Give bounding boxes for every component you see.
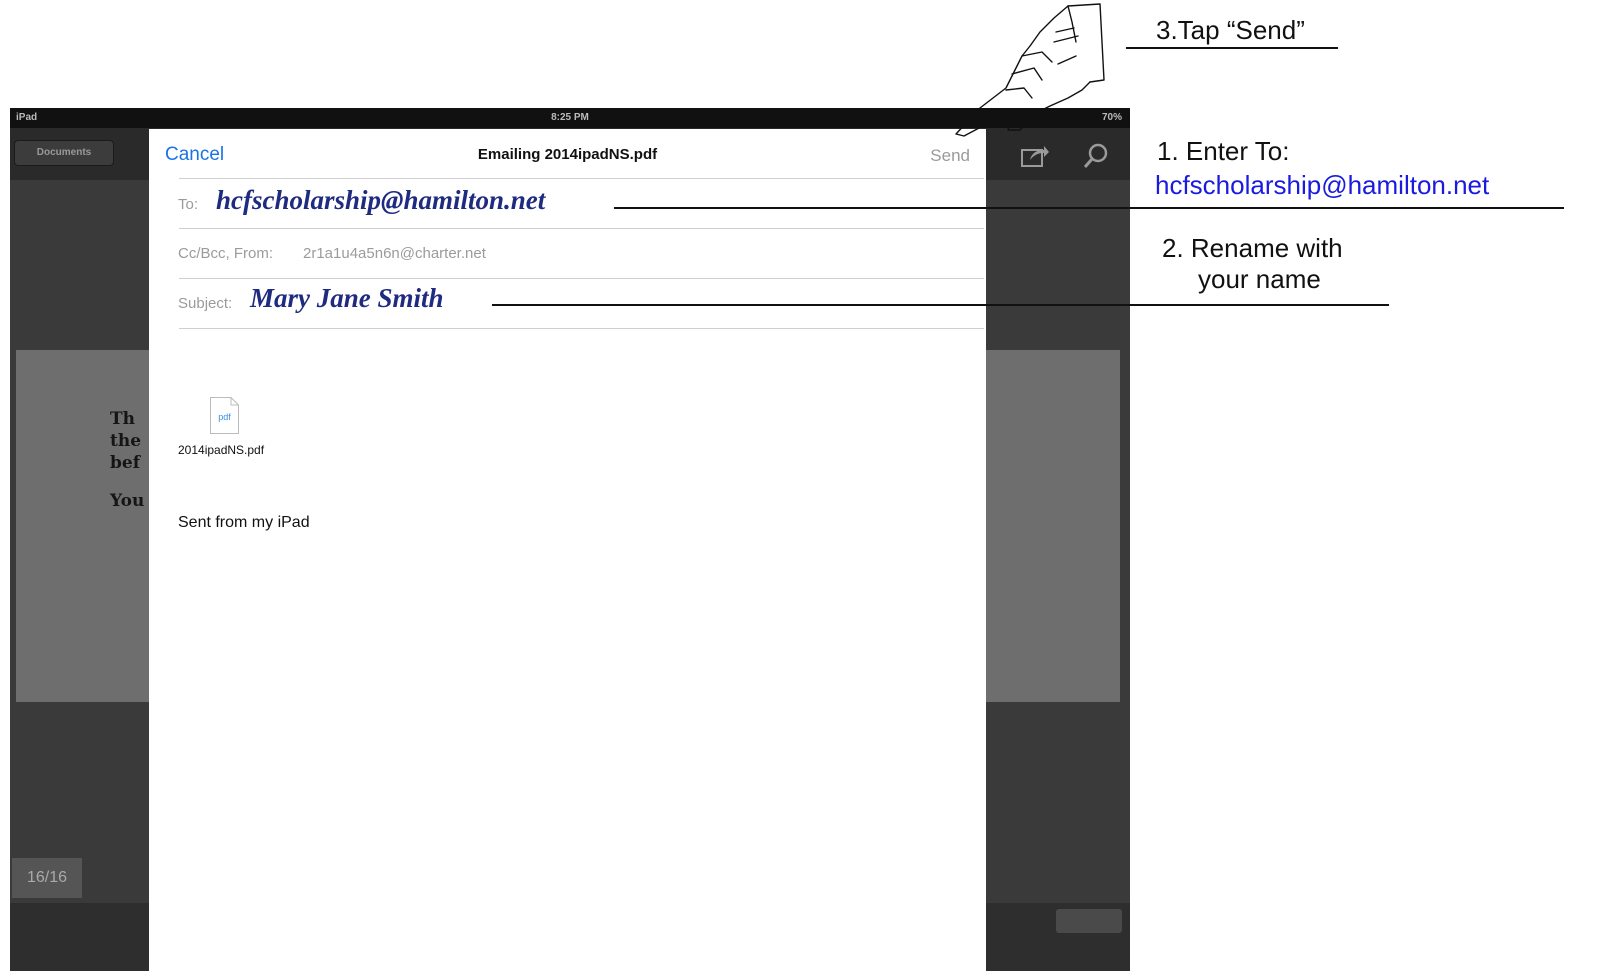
email-signature[interactable]: Sent from my iPad xyxy=(178,514,310,532)
to-field[interactable]: hcfscholarship@hamilton.net xyxy=(216,185,545,216)
document-line: bef xyxy=(110,453,141,473)
step1-email: hcfscholarship@hamilton.net xyxy=(1155,170,1490,200)
divider xyxy=(179,228,984,229)
divider xyxy=(179,278,984,279)
document-line: the xyxy=(110,431,142,451)
documents-button[interactable]: Documents xyxy=(14,140,114,166)
divider xyxy=(179,328,984,329)
to-leader-line xyxy=(614,207,1564,209)
pdf-file-icon[interactable]: pdf xyxy=(210,397,239,434)
compose-sheet: Cancel Emailing 2014ipadNS.pdf Send To: … xyxy=(149,129,986,971)
pointing-hand-icon xyxy=(955,3,1105,137)
step1-annotation: 1. Enter To: xyxy=(1157,136,1290,166)
cc-label: Cc/Bcc, From: xyxy=(178,245,274,262)
document-line: You xyxy=(110,491,145,511)
compose-header: Cancel Emailing 2014ipadNS.pdf Send xyxy=(149,129,986,177)
step3-annotation: 3.Tap “Send” xyxy=(1156,15,1305,45)
page-indicator: 16/16 xyxy=(12,858,82,898)
pdf-icon-text: pdf xyxy=(218,412,231,422)
attachment-name: 2014ipadNS.pdf xyxy=(178,443,265,457)
subject-label: Subject: xyxy=(178,295,233,312)
document-line: Th xyxy=(110,409,136,429)
compose-title: Emailing 2014ipadNS.pdf xyxy=(477,146,658,163)
subject-field[interactable]: Mary Jane Smith xyxy=(250,283,444,314)
document-text: Th the bef You xyxy=(110,408,144,512)
subject-leader-line xyxy=(492,304,1389,306)
step3-underline xyxy=(1126,47,1338,49)
divider xyxy=(179,178,984,179)
send-button[interactable]: Send xyxy=(930,146,970,166)
from-field[interactable]: 2r1a1u4a5n6n@charter.net xyxy=(303,245,486,262)
step2-annotation-line1: 2. Rename with xyxy=(1162,233,1343,263)
bottom-bar-button[interactable] xyxy=(1056,909,1122,933)
step2-annotation-line2: your name xyxy=(1198,264,1321,294)
to-label: To: xyxy=(178,196,199,213)
